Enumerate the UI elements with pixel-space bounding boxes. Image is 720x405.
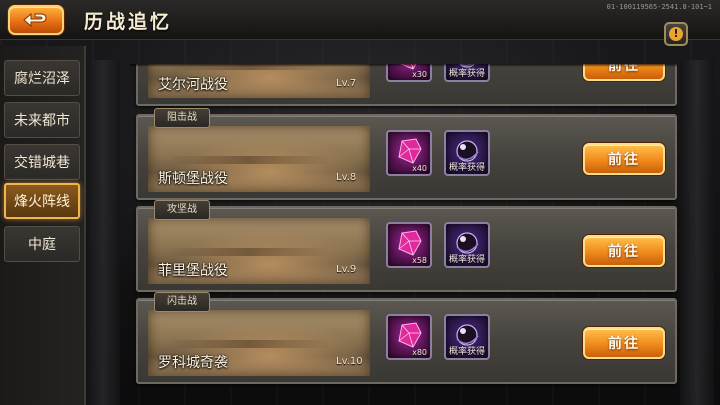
sidebar-item-label: 交错城巷: [14, 155, 70, 171]
back-arrow-icon: [23, 12, 47, 28]
battle-card: 阻击战 斯顿堡战役 Lv.8 x40 概率获得 前往: [136, 108, 677, 200]
battle-level: Lv.7: [336, 78, 357, 89]
sidebar-item-future-city[interactable]: 未来都市: [4, 102, 80, 138]
battle-card: 闪击战 罗科城奇袭 Lv.10 x80 概率获得 前往: [136, 292, 677, 384]
sidebar-item-label: 中庭: [28, 237, 56, 253]
battle-level: Lv.10: [336, 356, 363, 367]
reward-gem-item[interactable]: x40: [386, 130, 432, 176]
sidebar-item-courtyard[interactable]: 中庭: [4, 226, 80, 262]
go-button[interactable]: 前往: [583, 143, 665, 175]
reward-count: x30: [412, 70, 427, 79]
exclamation-icon: !: [669, 27, 683, 41]
reward-probable-item[interactable]: 概率获得: [444, 222, 490, 268]
battle-type-tag: 闪击战: [154, 292, 210, 312]
battle-level: Lv.9: [336, 264, 357, 275]
reward-count: x40: [412, 164, 427, 173]
category-sidebar: 腐烂沼泽 未来都市 交错城巷 烽火阵线 中庭: [0, 46, 86, 405]
sidebar-item-label: 未来都市: [14, 113, 70, 129]
reward-gem-item[interactable]: x80: [386, 314, 432, 360]
reward-count: x58: [412, 256, 427, 265]
battle-name: 艾尔河战役: [158, 77, 228, 93]
battle-list[interactable]: 艾尔河战役 Lv.7 x30 概率获得 前往 阻击战 斯顿堡战役 Lv.8 x4…: [130, 64, 677, 405]
sidebar-item-swamp[interactable]: 腐烂沼泽: [4, 60, 80, 96]
go-button[interactable]: 前往: [583, 327, 665, 359]
background-beam: [680, 60, 714, 405]
battle-name: 斯顿堡战役: [158, 171, 228, 187]
gem-icon: [398, 138, 422, 164]
version-text: 01-100119565-2541.8-101~1: [606, 3, 712, 11]
back-button[interactable]: [8, 5, 64, 35]
battle-type-tag: 攻坚战: [154, 200, 210, 220]
reward-count: x80: [412, 348, 427, 357]
drop-chance-label: 概率获得: [448, 255, 485, 265]
page-title: 历战追忆: [84, 11, 173, 33]
battle-card: 艾尔河战役 Lv.7 x30 概率获得 前往: [136, 64, 677, 106]
go-button[interactable]: 前往: [583, 235, 665, 267]
list-top-shadow: [130, 64, 677, 67]
battle-name: 罗科城奇袭: [158, 355, 228, 371]
drop-chance-label: 概率获得: [448, 69, 485, 79]
info-button[interactable]: !: [664, 22, 688, 46]
battle-type-tag: 阻击战: [154, 108, 210, 128]
sidebar-item-crossing-alleys[interactable]: 交错城巷: [4, 144, 80, 180]
gem-icon: [398, 322, 422, 348]
battle-card: 攻坚战 菲里堡战役 Lv.9 x58 概率获得 前往: [136, 200, 677, 292]
gem-icon: [398, 230, 422, 256]
drop-chance-label: 概率获得: [448, 163, 485, 173]
sidebar-item-label: 腐烂沼泽: [14, 71, 70, 87]
reward-probable-item[interactable]: 概率获得: [444, 314, 490, 360]
reward-gem-item[interactable]: x58: [386, 222, 432, 268]
sidebar-item-frontline[interactable]: 烽火阵线: [4, 183, 80, 219]
drop-chance-label: 概率获得: [448, 347, 485, 357]
battle-level: Lv.8: [336, 172, 357, 183]
reward-probable-item[interactable]: 概率获得: [444, 130, 490, 176]
header-bar: 历战追忆 01-100119565-2541.8-101~1: [0, 0, 720, 40]
background-beam: [86, 60, 120, 405]
battle-name: 菲里堡战役: [158, 263, 228, 279]
sidebar-item-label: 烽火阵线: [14, 194, 70, 210]
